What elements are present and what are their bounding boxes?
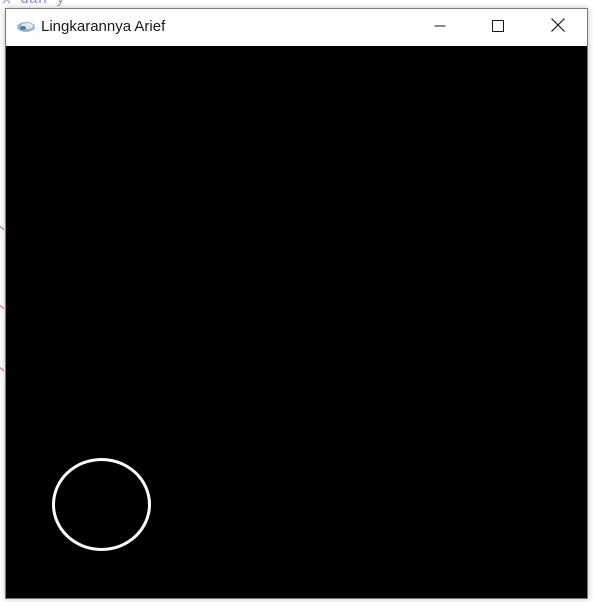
background-error-marker <box>0 367 4 371</box>
background-code-text: x dan y <box>2 0 65 8</box>
drawn-circle <box>52 458 151 551</box>
close-button[interactable] <box>529 9 587 46</box>
minimize-icon <box>434 19 446 37</box>
opengl-glut-icon <box>16 20 36 34</box>
close-icon <box>551 18 565 37</box>
drawing-canvas[interactable] <box>6 46 587 598</box>
maximize-icon <box>492 19 504 37</box>
background-error-marker <box>0 226 4 230</box>
title-bar[interactable]: Lingkarannya Arief <box>6 9 587 46</box>
app-window: Lingkarannya Arief <box>5 8 588 599</box>
background-error-marker <box>0 305 4 309</box>
window-title: Lingkarannya Arief <box>41 18 166 35</box>
maximize-button[interactable] <box>469 9 527 46</box>
minimize-button[interactable] <box>411 9 469 46</box>
